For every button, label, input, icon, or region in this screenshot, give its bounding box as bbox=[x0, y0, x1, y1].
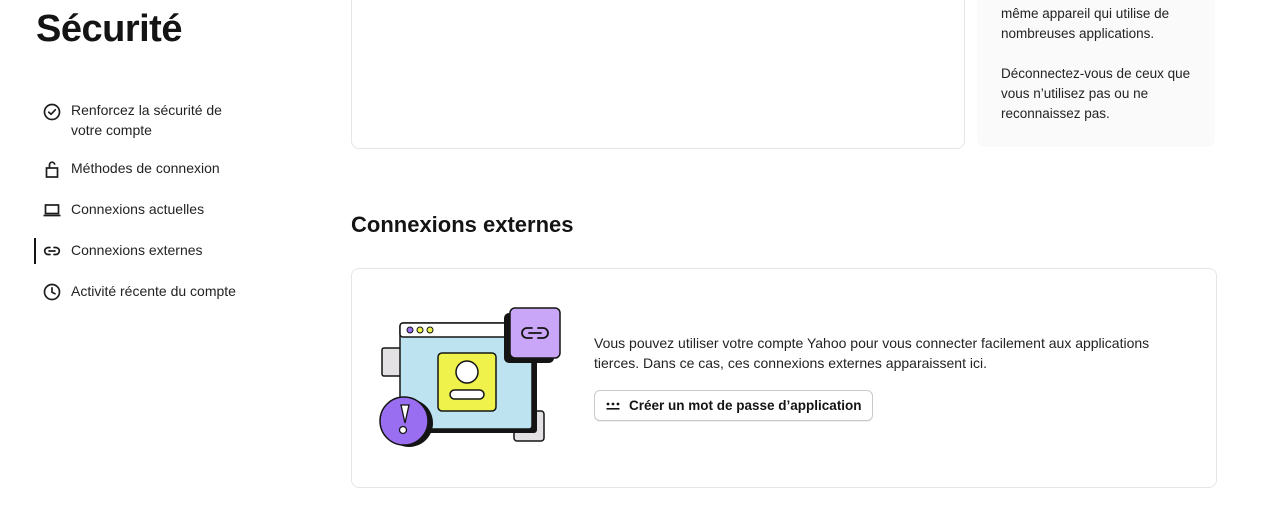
sidebar-item-connexions-externes[interactable]: Connexions externes bbox=[34, 238, 294, 264]
clock-icon bbox=[43, 283, 61, 301]
sidebar-item-renforcez-securite[interactable]: Renforcez la sécurité de votre compte bbox=[34, 100, 294, 140]
side-note-text-1: même appareil qui utilise de nombreuses … bbox=[1001, 6, 1170, 41]
sidebar-item-label: Activité récente du compte bbox=[71, 283, 236, 299]
sidebar-item-methodes-connexion[interactable]: Méthodes de connexion bbox=[34, 158, 294, 179]
unlock-icon bbox=[45, 161, 59, 178]
section-title-external: Connexions externes bbox=[351, 212, 574, 237]
current-connections-card bbox=[351, 0, 965, 149]
sidebar-item-label: Renforcez la sécurité de votre compte bbox=[71, 102, 222, 138]
side-note-text-2: Déconnectez-vous de ceux que vous n’util… bbox=[1001, 66, 1191, 121]
external-connections-illustration bbox=[379, 307, 561, 447]
laptop-icon bbox=[43, 204, 61, 217]
link-icon bbox=[43, 246, 61, 256]
create-app-password-button[interactable]: Créer un mot de passe d’application bbox=[594, 390, 873, 421]
sidebar-item-label: Méthodes de connexion bbox=[71, 160, 220, 176]
sidebar-item-connexions-actuelles[interactable]: Connexions actuelles bbox=[34, 199, 294, 220]
sidebar-nav: Renforcez la sécurité de votre compte Mé… bbox=[34, 100, 294, 318]
sidebar-item-label: Connexions externes bbox=[71, 242, 203, 258]
sidebar-item-activite-recente[interactable]: Activité récente du compte bbox=[34, 281, 294, 302]
check-circle-icon bbox=[43, 103, 61, 121]
side-note-panel: même appareil qui utilise de nombreuses … bbox=[977, 0, 1215, 147]
create-app-password-label: Créer un mot de passe d’application bbox=[629, 398, 862, 413]
external-description: Vous pouvez utiliser votre compte Yahoo … bbox=[594, 335, 1150, 371]
sidebar-item-label: Connexions actuelles bbox=[71, 201, 205, 217]
page-title: Sécurité bbox=[36, 8, 182, 50]
password-dots-icon bbox=[606, 402, 620, 410]
external-connections-card: Vous pouvez utiliser votre compte Yahoo … bbox=[351, 268, 1217, 488]
